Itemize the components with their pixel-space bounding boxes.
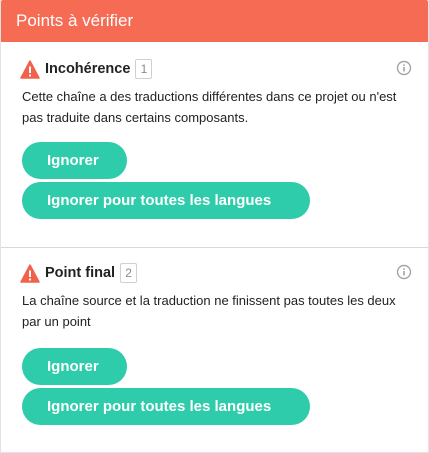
checks-panel: Points à vérifier Incohérence 1 Cette ch… [0, 0, 429, 453]
check-title: Point final [45, 265, 116, 281]
check-title-row: Incohérence 1 [20, 58, 414, 80]
info-icon[interactable] [396, 60, 412, 76]
ignore-button[interactable]: Ignorer [22, 142, 127, 179]
ignore-all-languages-button[interactable]: Ignorer pour toutes les langues [22, 388, 310, 425]
check-description: Cette chaîne a des traductions différent… [22, 89, 397, 125]
panel-title: Points à vérifier [1, 0, 428, 42]
check-item-end-stop: Point final 2 La chaîne source et la tra… [1, 249, 429, 453]
warning-icon [20, 59, 40, 79]
ignore-button[interactable]: Ignorer [22, 348, 127, 385]
check-item-inconsistent: Incohérence 1 Cette chaîne a des traduct… [1, 42, 429, 248]
count-badge: 2 [120, 263, 138, 283]
warning-icon [20, 263, 40, 283]
info-icon[interactable] [396, 264, 412, 280]
ignore-all-languages-button[interactable]: Ignorer pour toutes les langues [22, 182, 310, 219]
count-badge: 1 [135, 59, 153, 79]
check-title-row: Point final 2 [20, 262, 414, 284]
check-title: Incohérence [45, 61, 131, 77]
check-description: La chaîne source et la traduction ne fin… [22, 293, 396, 329]
